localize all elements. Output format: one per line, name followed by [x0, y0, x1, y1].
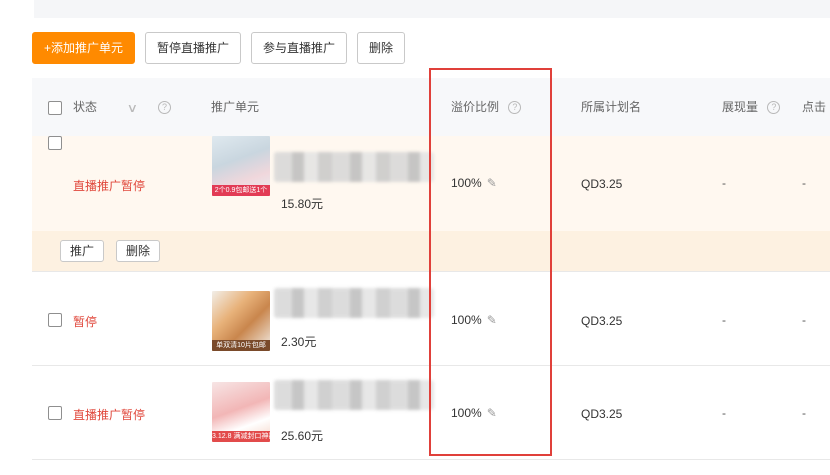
plan-name[interactable]: QD3.25 — [581, 177, 622, 191]
pause-live-button[interactable]: 暂停直播推广 — [145, 32, 242, 64]
row-checkbox[interactable] — [48, 136, 62, 150]
add-unit-button[interactable]: +添加推广单元 — [32, 32, 136, 64]
clicks-value: - — [802, 176, 806, 190]
promote-button[interactable]: 推广 — [60, 240, 105, 262]
select-all-checkbox[interactable] — [48, 100, 62, 115]
table-header: 状态 ∨ ? 推广单元 溢价比例 ? 所属计划名 展现量 ? 点击 — [32, 78, 830, 136]
units-table: 状态 ∨ ? 推广单元 溢价比例 ? 所属计划名 展现量 ? 点击 直播推广暂停 — [32, 78, 830, 460]
row-checkbox[interactable] — [48, 313, 62, 327]
toolbar: +添加推广单元 暂停直播推广 参与直播推广 删除 — [32, 32, 406, 64]
header-plan: 所属计划名 — [581, 78, 641, 136]
premium-value: 100% ✎ — [451, 176, 497, 190]
price: 2.30元 — [281, 335, 317, 349]
delete-button[interactable]: 删除 — [357, 32, 406, 64]
header-impressions-label: 展现量 — [722, 100, 759, 114]
premium-value: 100% ✎ — [451, 406, 497, 420]
thumb-banner: 单双清10片包邮 — [212, 340, 270, 351]
blurred-title — [274, 288, 434, 318]
plan-name[interactable]: QD3.25 — [581, 314, 622, 328]
header-impressions: 展现量 ? — [722, 78, 781, 136]
status-filter[interactable]: ∨ — [127, 78, 138, 137]
help-icon[interactable]: ? — [158, 101, 171, 115]
header-clicks: 点击 — [802, 78, 826, 136]
help-icon[interactable]: ? — [508, 101, 522, 115]
select-all-cell — [48, 78, 62, 136]
header-plan-label: 所属计划名 — [581, 100, 642, 114]
join-live-button[interactable]: 参与直播推广 — [251, 32, 348, 64]
header-unit: 推广单元 — [211, 78, 259, 136]
table-row[interactable]: 暂停 单双清10片包邮 2.30元 100% ✎ QD3.25 - - — [32, 272, 830, 366]
header-status-label: 状态 — [73, 100, 98, 114]
product-thumbnail[interactable]: 2个0.9包邮送1个 — [212, 136, 270, 196]
clicks-value: - — [802, 406, 806, 420]
blurred-title — [274, 152, 434, 182]
chevron-down-icon[interactable]: ∨ — [127, 79, 138, 137]
price: 15.80元 — [281, 197, 324, 211]
table-row[interactable]: 直播推广暂停 3.12.8 满减封口神器 25.60元 100% ✎ QD3.25… — [32, 366, 830, 460]
row-delete-button[interactable]: 删除 — [116, 240, 161, 262]
plan-name[interactable]: QD3.25 — [581, 407, 622, 421]
help-icon[interactable]: ? — [767, 101, 781, 115]
status-text[interactable]: 直播推广暂停 — [73, 406, 145, 423]
edit-pencil-icon[interactable]: ✎ — [487, 313, 497, 327]
status-help[interactable]: ? — [152, 78, 171, 136]
header-status: 状态 — [73, 78, 97, 136]
impressions-value: - — [722, 313, 726, 327]
clicks-value: - — [802, 313, 806, 327]
impressions-value: - — [722, 176, 726, 190]
product-thumbnail[interactable]: 3.12.8 满减封口神器 — [212, 382, 270, 442]
header-unit-label: 推广单元 — [211, 100, 260, 114]
thumb-banner: 3.12.8 满减封口神器 — [212, 431, 270, 442]
header-premium-label: 溢价比例 — [451, 100, 500, 114]
row-checkbox[interactable] — [48, 406, 62, 420]
edit-pencil-icon[interactable]: ✎ — [487, 406, 497, 420]
premium-text: 100% — [451, 406, 482, 420]
premium-text: 100% — [451, 176, 482, 190]
premium-text: 100% — [451, 313, 482, 327]
price: 25.60元 — [281, 429, 324, 443]
table-row[interactable]: 直播推广暂停 2个0.9包邮送1个 15.80元 100% ✎ QD3.25 - … — [32, 136, 830, 231]
top-panel — [34, 0, 830, 18]
thumb-banner: 2个0.9包邮送1个 — [212, 185, 270, 196]
status-text[interactable]: 直播推广暂停 — [73, 177, 145, 194]
header-clicks-label: 点击 — [802, 100, 827, 114]
blurred-title — [274, 380, 434, 410]
edit-pencil-icon[interactable]: ✎ — [487, 176, 497, 190]
row-actions: 推广 删除 — [32, 231, 830, 272]
premium-value: 100% ✎ — [451, 313, 497, 327]
product-thumbnail[interactable]: 单双清10片包邮 — [212, 291, 270, 351]
impressions-value: - — [722, 406, 726, 420]
status-text[interactable]: 暂停 — [73, 313, 97, 330]
header-premium: 溢价比例 ? — [451, 78, 522, 136]
